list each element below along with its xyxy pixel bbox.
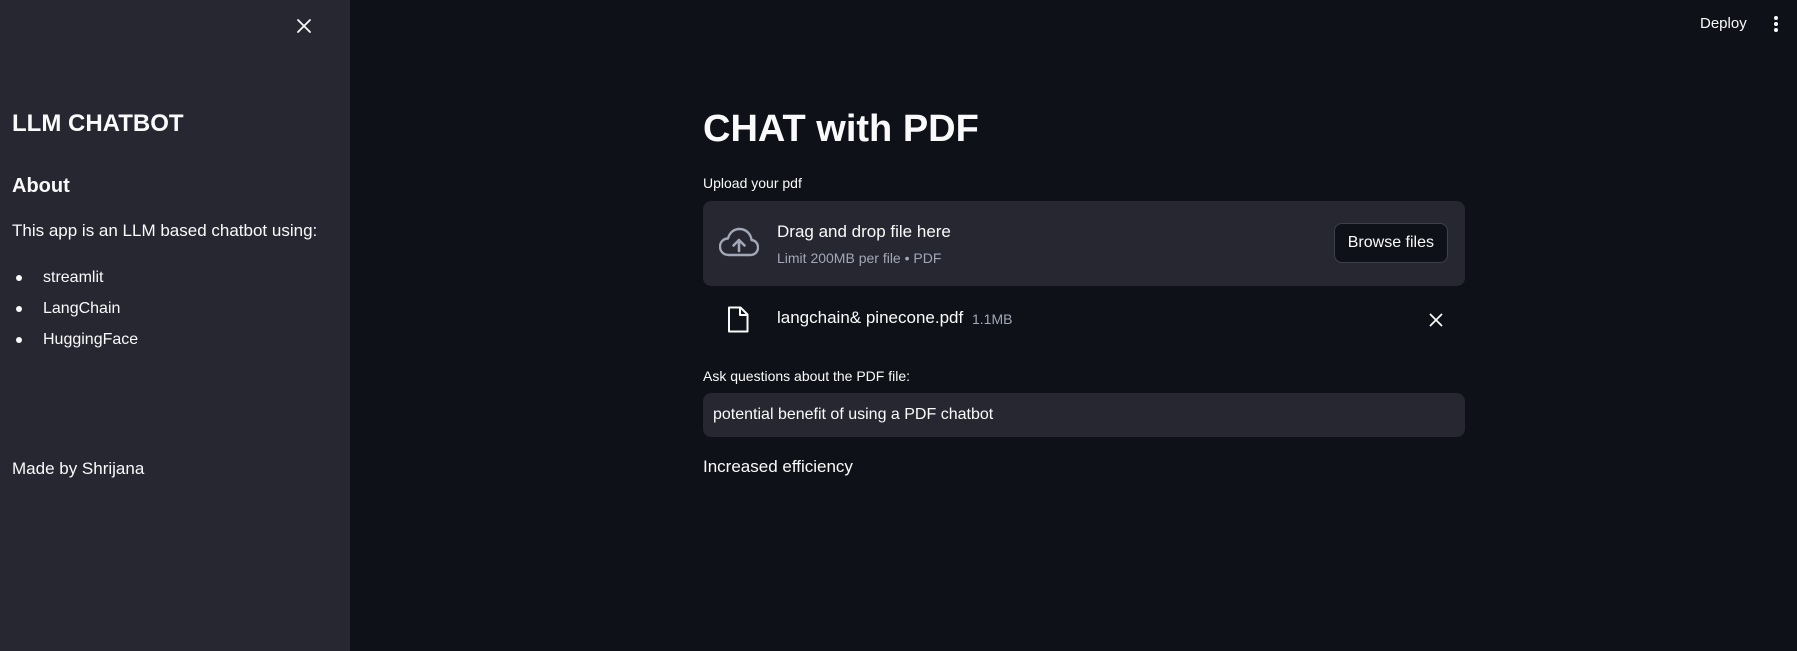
tech-list: streamlit LangChain HuggingFace bbox=[12, 262, 138, 355]
dropzone-limit: Limit 200MB per file • PDF bbox=[777, 250, 942, 266]
dropzone-instructions: Drag and drop file here bbox=[777, 222, 951, 241]
question-input[interactable] bbox=[703, 393, 1465, 437]
cloud-upload-icon bbox=[719, 227, 759, 257]
list-item: HuggingFace bbox=[12, 324, 138, 355]
close-icon bbox=[297, 19, 311, 33]
upload-label: Upload your pdf bbox=[703, 175, 802, 191]
sidebar-footer: Made by Shrijana bbox=[12, 459, 145, 478]
question-label: Ask questions about the PDF file: bbox=[703, 368, 910, 384]
list-item: LangChain bbox=[12, 293, 138, 324]
sidebar-title: LLM CHATBOT bbox=[12, 110, 184, 137]
page-title: CHAT with PDF bbox=[703, 108, 979, 150]
remove-file-button[interactable] bbox=[1425, 309, 1447, 331]
about-heading: About bbox=[12, 175, 70, 197]
close-icon bbox=[1429, 313, 1443, 327]
list-item: streamlit bbox=[12, 262, 138, 293]
deploy-button[interactable]: Deploy bbox=[1692, 10, 1755, 38]
browse-files-button[interactable]: Browse files bbox=[1333, 223, 1448, 263]
answer-text: Increased efficiency bbox=[703, 457, 853, 476]
sidebar: LLM CHATBOT About This app is an LLM bas… bbox=[0, 0, 350, 651]
main-menu-button[interactable] bbox=[1764, 12, 1788, 36]
file-icon bbox=[728, 306, 749, 333]
file-size: 1.1MB bbox=[972, 311, 1013, 327]
vertical-dots-icon bbox=[1774, 16, 1778, 32]
sidebar-close-button[interactable] bbox=[290, 12, 318, 40]
file-dropzone[interactable]: Drag and drop file here Limit 200MB per … bbox=[703, 201, 1465, 286]
uploaded-file: langchain& pinecone.pdf 1.1MB bbox=[703, 296, 1465, 342]
main-content: CHAT with PDF Upload your pdf Drag and d… bbox=[703, 0, 1465, 651]
file-name: langchain& pinecone.pdf bbox=[777, 308, 964, 327]
about-description: This app is an LLM based chatbot using: bbox=[12, 221, 318, 240]
app-window: LLM CHATBOT About This app is an LLM bas… bbox=[0, 0, 1797, 651]
